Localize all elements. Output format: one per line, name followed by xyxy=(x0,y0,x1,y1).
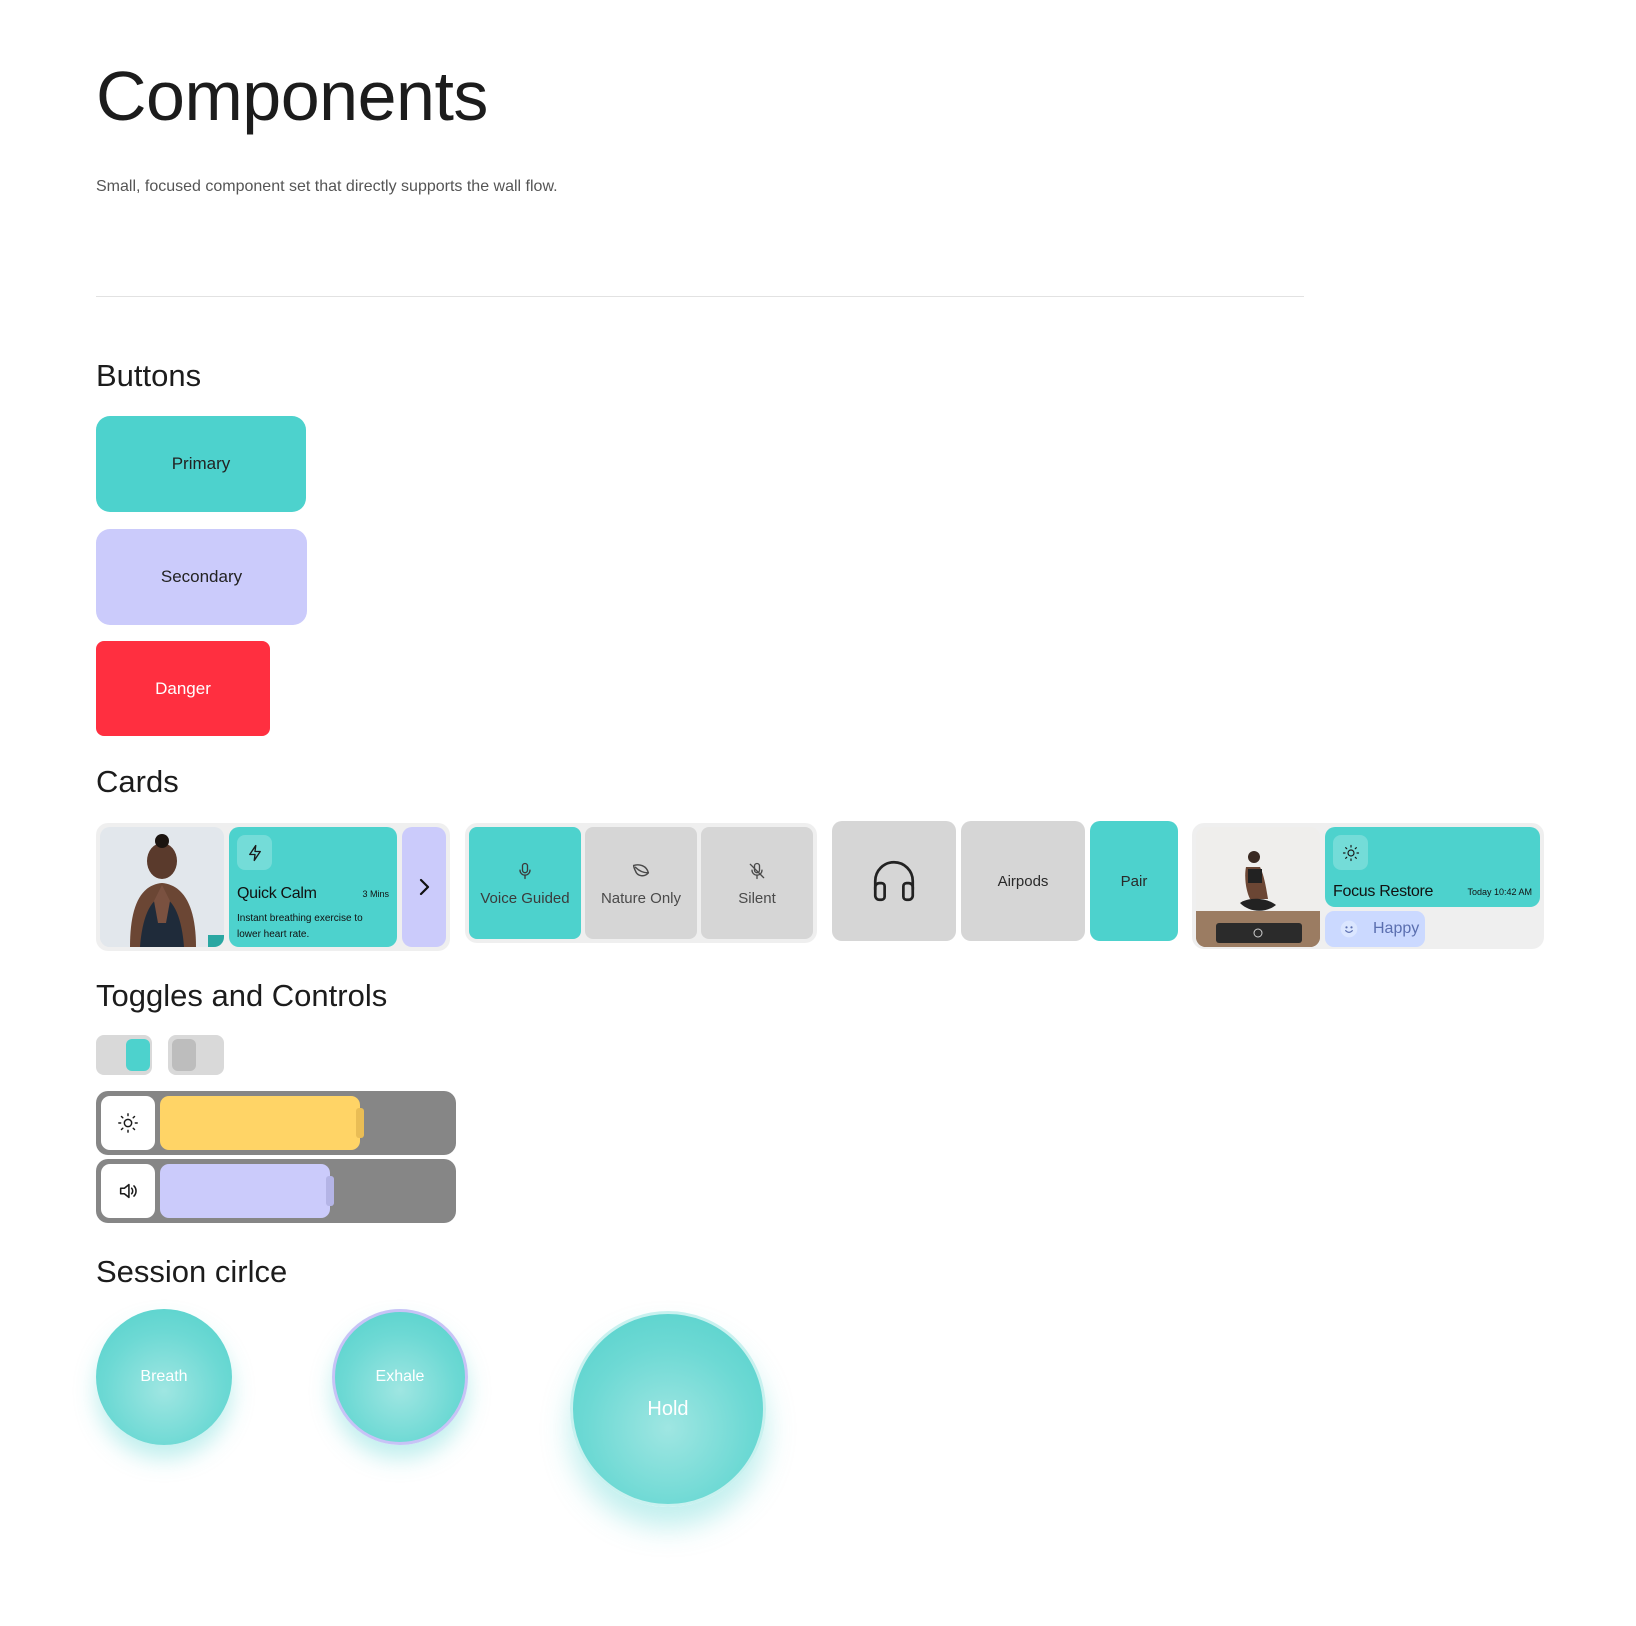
exhale-label: Exhale xyxy=(375,1368,425,1385)
card-title: Focus Restore xyxy=(1333,883,1434,900)
primary-button[interactable]: Primary xyxy=(96,416,306,512)
mood-chip[interactable]: Happy xyxy=(1325,911,1425,947)
nature-only-option[interactable]: Nature Only xyxy=(585,827,697,939)
volume-slider[interactable] xyxy=(96,1159,456,1223)
lightning-icon xyxy=(237,835,272,870)
speaker-icon xyxy=(101,1164,155,1218)
sun-icon xyxy=(101,1096,155,1150)
smile-icon xyxy=(1340,920,1358,938)
toggle-knob xyxy=(126,1039,150,1071)
breath-circle[interactable]: Breath xyxy=(96,1309,232,1445)
divider xyxy=(96,296,1304,297)
chevron-right-icon xyxy=(419,878,430,896)
silent-option[interactable]: Silent xyxy=(701,827,813,939)
toggle-on[interactable] xyxy=(96,1035,152,1075)
voice-guided-label: Voice Guided xyxy=(480,889,570,907)
volume-handle[interactable] xyxy=(326,1176,334,1206)
voice-guided-option[interactable]: Voice Guided xyxy=(469,827,581,939)
brightness-slider[interactable] xyxy=(96,1091,456,1155)
mood-label: Happy xyxy=(1373,920,1420,937)
leaf-icon xyxy=(632,863,650,876)
section-title-cards: Cards xyxy=(96,764,179,799)
card-description: Instant breathing exercise to lower hear… xyxy=(237,913,363,940)
page-subtitle: Small, focused component set that direct… xyxy=(96,178,558,195)
exhale-circle[interactable]: Exhale xyxy=(332,1309,468,1445)
section-title-session: Session cirlce xyxy=(96,1254,288,1289)
quick-calm-card[interactable]: Quick Calm 3 Mins Instant breathing exer… xyxy=(96,823,450,951)
device-name: Airpods xyxy=(961,821,1085,941)
audio-mode-selector: Voice Guided Nature Only Silent xyxy=(465,823,817,943)
sun-icon xyxy=(1333,835,1368,870)
silent-label: Silent xyxy=(738,889,776,907)
toggle-knob xyxy=(172,1039,196,1071)
card-timestamp: Today 10:42 AM xyxy=(1467,887,1532,897)
mic-off-icon xyxy=(749,862,765,879)
nature-only-label: Nature Only xyxy=(600,889,682,907)
meditation-photo xyxy=(100,827,224,947)
device-icon-tile xyxy=(832,821,956,941)
open-session-button[interactable] xyxy=(402,827,446,947)
toggle-off[interactable] xyxy=(168,1035,224,1075)
danger-button[interactable]: Danger xyxy=(96,641,270,736)
secondary-button[interactable]: Secondary xyxy=(96,529,307,625)
headphones-icon xyxy=(873,860,915,902)
brightness-fill xyxy=(160,1096,360,1150)
pair-button[interactable]: Pair xyxy=(1090,821,1178,941)
focus-restore-card[interactable]: Focus Restore Today 10:42 AM Happy xyxy=(1192,823,1544,949)
section-title-buttons: Buttons xyxy=(96,358,202,393)
breath-label: Breath xyxy=(140,1368,188,1385)
card-duration: 3 Mins xyxy=(362,889,389,899)
brightness-handle[interactable] xyxy=(356,1108,364,1138)
components-page: Components Small, focused component set … xyxy=(0,0,1636,1626)
quick-calm-body: Quick Calm 3 Mins Instant breathing exer… xyxy=(229,827,397,947)
page-title: Components xyxy=(96,57,488,135)
volume-fill xyxy=(160,1164,330,1218)
card-title: Quick Calm xyxy=(237,885,317,902)
yoga-photo xyxy=(1196,827,1320,947)
microphone-icon xyxy=(519,862,531,879)
section-title-toggles: Toggles and Controls xyxy=(96,978,388,1013)
focus-restore-body: Focus Restore Today 10:42 AM xyxy=(1325,827,1540,907)
hold-label: Hold xyxy=(647,1397,689,1420)
hold-circle[interactable]: Hold xyxy=(570,1311,766,1507)
